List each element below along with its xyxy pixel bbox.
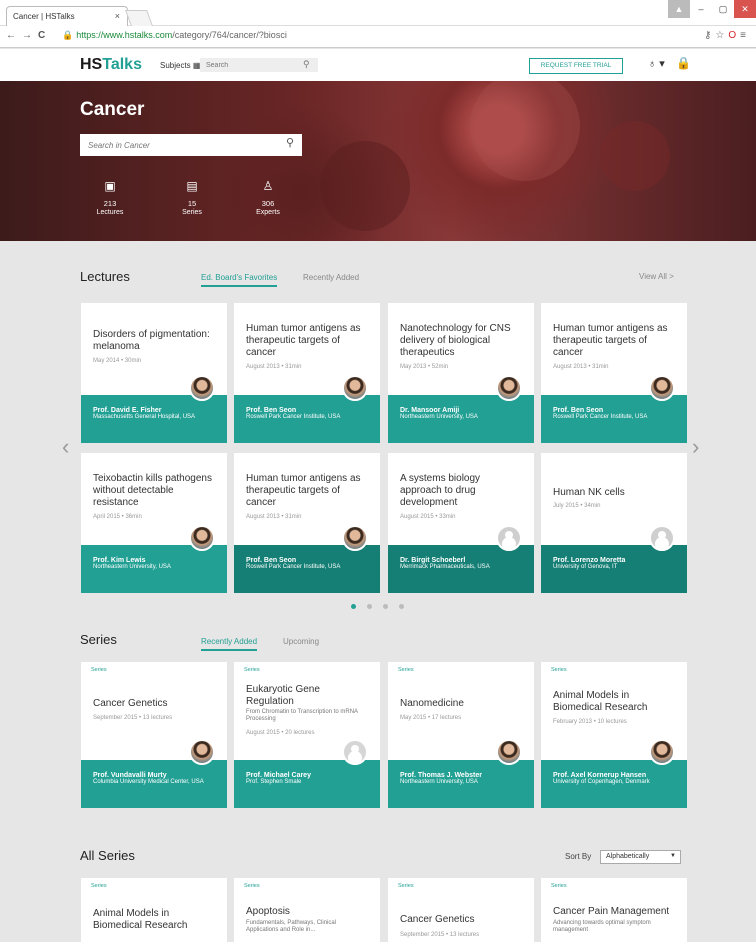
browser-tabbar: Cancer | HSTalks × ▲ – ▢ ✕ (0, 0, 756, 26)
series-card[interactable]: Series Cancer Genetics September 2015 • … (388, 878, 534, 942)
avatar-placeholder-icon (496, 525, 522, 551)
all-series-heading: All Series (80, 848, 135, 863)
avatar (496, 375, 522, 401)
category-title: Cancer (80, 99, 145, 120)
lecture-card[interactable]: Human NK cells July 2015 • 34min Prof. L… (541, 453, 687, 593)
series-card[interactable]: Series Animal Models in Biomedical Resea… (81, 878, 227, 942)
header-search-input[interactable] (200, 58, 318, 72)
menu-icon[interactable]: ≡ (740, 30, 750, 41)
group-icon (342, 739, 368, 765)
avatar (496, 739, 522, 765)
tab-series-upcoming[interactable]: Upcoming (283, 637, 319, 646)
carousel-dot[interactable] (367, 604, 372, 609)
close-window-icon[interactable]: ✕ (734, 0, 756, 18)
user-account-icon[interactable]: ♁ ▾ (648, 57, 665, 70)
person-icon: ♙ (262, 179, 274, 193)
series-card[interactable]: Series Cancer Genetics September 2015 • … (81, 662, 227, 808)
stat-lectures[interactable]: ▣ 213 Lectures (80, 179, 140, 216)
browser-urlbar: ← → C 🔒 https://www.hstalks.com/category/… (0, 26, 756, 48)
tab-title: Cancer | HSTalks (13, 12, 75, 21)
bookmark-star-icon[interactable]: ☆ (715, 30, 728, 41)
avatar-placeholder-icon (649, 525, 675, 551)
carousel-dot[interactable] (383, 604, 388, 609)
key-icon[interactable]: ⚷ (704, 30, 715, 41)
avatar (342, 375, 368, 401)
lecture-card[interactable]: Human tumor antigens as therapeutic targ… (234, 453, 380, 593)
carousel-dot[interactable] (399, 604, 404, 609)
url-path: /category/764/cancer/?biosci (172, 30, 287, 40)
avatar (189, 375, 215, 401)
browser-extension-icons: ⚷☆O≡ (704, 30, 750, 41)
stat-series[interactable]: ▤ 15 Series (162, 179, 222, 216)
lecture-card[interactable]: Teixobactin kills pathogens without dete… (81, 453, 227, 593)
lecture-card[interactable]: Human tumor antigens as therapeutic targ… (234, 303, 380, 443)
caret-down-icon: ▼ (670, 853, 676, 859)
category-search-input[interactable] (80, 134, 302, 156)
lecture-card[interactable]: Human tumor antigens as therapeutic targ… (541, 303, 687, 443)
hero-banner: Cancer ⚲ ▣ 213 Lectures ▤ 15 Series ♙ 30… (0, 81, 756, 241)
reload-icon[interactable]: C (38, 30, 45, 41)
lecture-card[interactable]: Disorders of pigmentation: melanoma May … (81, 303, 227, 443)
carousel-prev-icon[interactable]: ‹ (62, 434, 69, 460)
series-icon: ▤ (186, 179, 198, 193)
avatar (649, 739, 675, 765)
view-all-link[interactable]: View All > (639, 272, 674, 281)
search-icon[interactable]: ⚲ (286, 136, 294, 149)
series-card[interactable]: Series Eukaryotic Gene Regulation From C… (234, 662, 380, 808)
tab-recently-added[interactable]: Recently Added (303, 273, 359, 282)
video-icon: ▣ (104, 179, 116, 193)
series-card[interactable]: Series Cancer Pain Management Advancing … (541, 878, 687, 942)
site-header: HSTalks Subjects ▦ ⚲ REQUEST FREE TRIAL … (0, 49, 756, 81)
avatar (189, 525, 215, 551)
browser-tab[interactable]: Cancer | HSTalks × (6, 6, 128, 26)
forward-icon[interactable]: → (22, 30, 32, 41)
back-icon[interactable]: ← (6, 30, 16, 41)
url-host: https://www.hstalks.com (76, 30, 173, 40)
tab-series-recently-added[interactable]: Recently Added (201, 637, 258, 651)
opera-icon[interactable]: O (728, 30, 740, 41)
series-card[interactable]: Series Apoptosis Fundamentals, Pathways,… (234, 878, 380, 942)
series-card[interactable]: Series Nanomedicine May 2015 • 17 lectur… (388, 662, 534, 808)
avatar (649, 375, 675, 401)
tab-ed-boards-favorites[interactable]: Ed. Board's Favorites (201, 273, 278, 287)
carousel-dot[interactable] (351, 604, 356, 609)
request-free-trial-button[interactable]: REQUEST FREE TRIAL (529, 58, 623, 74)
sort-select[interactable]: Alphabetically ▼ (600, 850, 681, 864)
search-icon[interactable]: ⚲ (303, 59, 310, 70)
close-tab-icon[interactable]: × (115, 11, 120, 21)
avatar (342, 525, 368, 551)
new-tab-button[interactable] (125, 10, 153, 26)
lecture-card[interactable]: Nanotechnology for CNS delivery of biolo… (388, 303, 534, 443)
subjects-menu[interactable]: Subjects ▦ (160, 61, 200, 70)
maximize-icon[interactable]: ▢ (712, 0, 734, 18)
series-card[interactable]: Series Animal Models in Biomedical Resea… (541, 662, 687, 808)
login-lock-icon[interactable]: 🔒 (676, 56, 691, 70)
lectures-heading: Lectures (80, 269, 130, 284)
user-profile-icon[interactable]: ▲ (668, 0, 690, 18)
stat-experts[interactable]: ♙ 306 Experts (238, 179, 298, 216)
lecture-card[interactable]: A systems biology approach to drug devel… (388, 453, 534, 593)
window-controls: ▲ – ▢ ✕ (668, 0, 756, 18)
secure-lock-icon: 🔒 (62, 30, 74, 40)
minimize-icon[interactable]: – (690, 0, 712, 18)
avatar (189, 739, 215, 765)
series-heading: Series (80, 632, 117, 647)
address-bar[interactable]: 🔒 https://www.hstalks.com/category/764/ca… (62, 30, 287, 41)
hstalks-logo[interactable]: HSTalks (80, 56, 142, 74)
carousel-pagination (351, 604, 404, 609)
carousel-next-icon[interactable]: › (692, 434, 699, 460)
sort-by-label: Sort By (565, 852, 592, 861)
